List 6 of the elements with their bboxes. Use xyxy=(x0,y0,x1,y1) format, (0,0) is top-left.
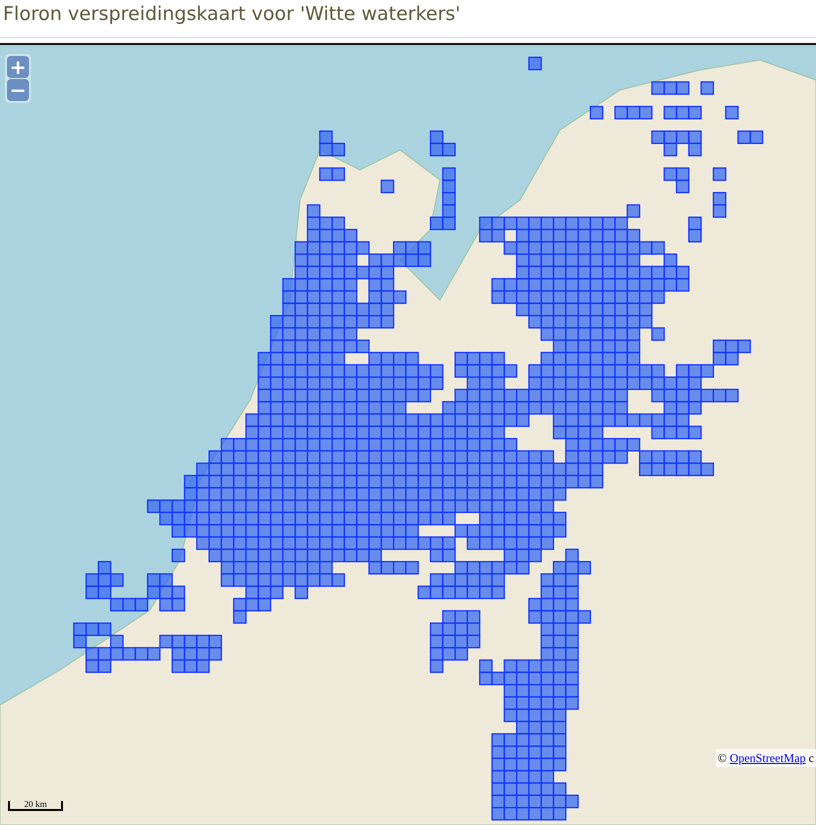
page-title: Floron verspreidingskaart voor 'Witte waterkers' xyxy=(3,2,461,27)
map[interactable]: + − © OpenStreetMap c 20 km xyxy=(0,43,816,825)
scale-label: 20 km xyxy=(24,799,47,809)
copyright-symbol: © xyxy=(718,750,727,767)
openstreetmap-link[interactable]: OpenStreetMap xyxy=(730,749,806,767)
attribution-text: c xyxy=(808,750,814,767)
